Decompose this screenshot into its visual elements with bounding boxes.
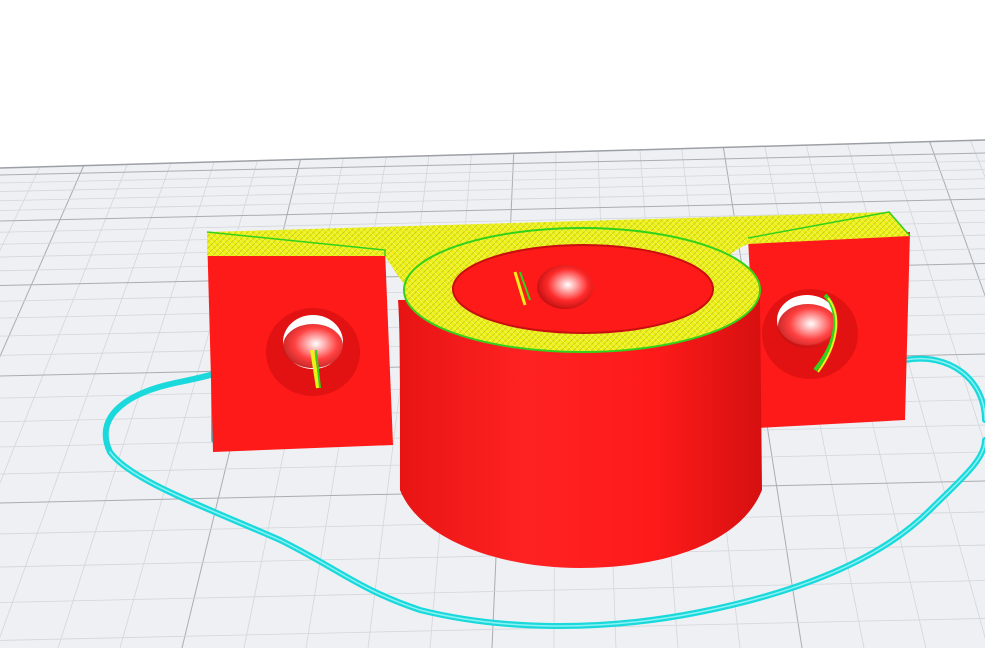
3d-viewport[interactable] (0, 0, 985, 648)
center-bore-inner-hole (537, 265, 593, 309)
scene-canvas[interactable] (0, 0, 985, 648)
right-mounting-hole (762, 289, 858, 379)
left-mounting-hole (266, 308, 360, 396)
